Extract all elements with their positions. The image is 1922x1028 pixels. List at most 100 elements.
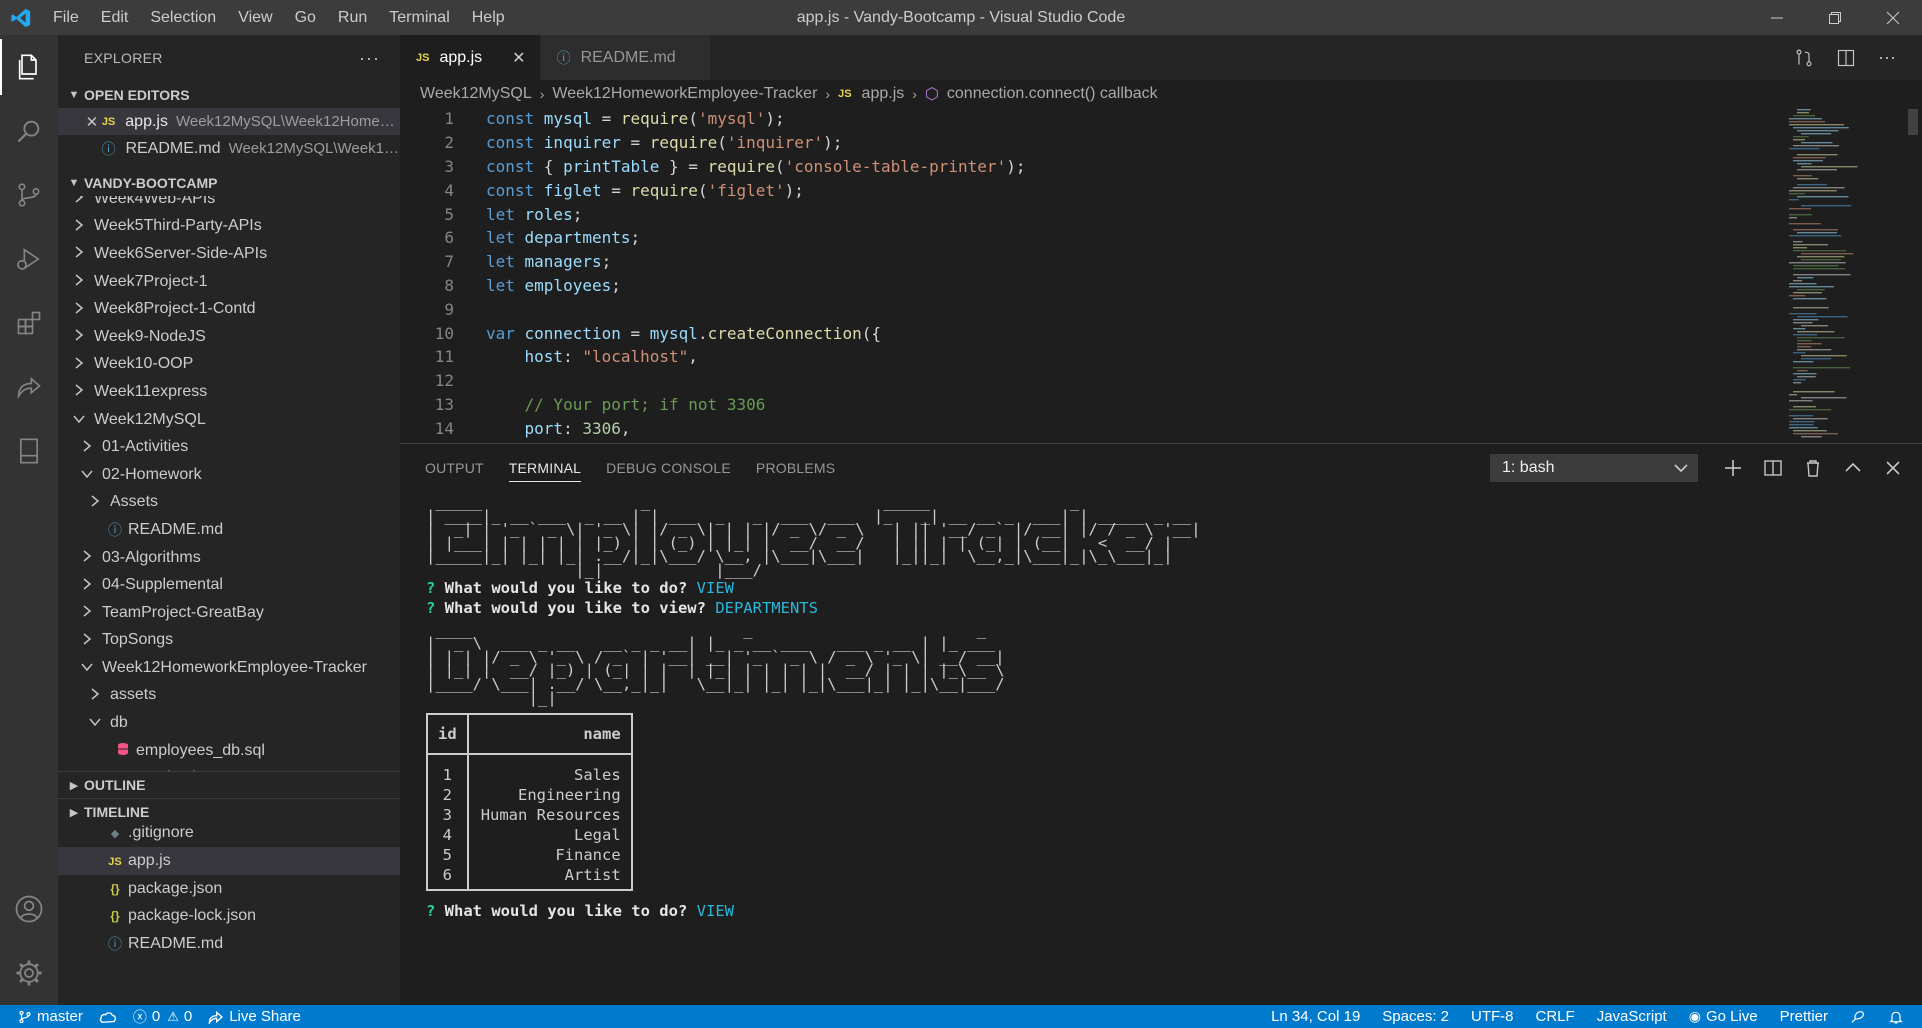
branch-status[interactable]: master bbox=[18, 1008, 83, 1025]
more-actions-icon[interactable]: ··· bbox=[359, 48, 380, 69]
live-share-status[interactable]: Live Share bbox=[208, 1008, 301, 1025]
close-tab-icon[interactable]: ✕ bbox=[512, 48, 525, 68]
tab-app-js[interactable]: JS app.js ✕ bbox=[400, 35, 541, 80]
tree-item[interactable]: JS app.js bbox=[58, 847, 400, 875]
tree-item[interactable]: Week4Web-APIs bbox=[58, 196, 400, 213]
tree-item[interactable]: employees_db.sql bbox=[58, 737, 400, 765]
open-editor-item[interactable]: ⓘ README.md Week12MySQL\Week12... bbox=[58, 135, 400, 162]
tree-item[interactable]: Week8Project-1-Contd bbox=[58, 295, 400, 323]
tab-terminal[interactable]: TERMINAL bbox=[508, 444, 582, 492]
more-actions-icon[interactable]: ··· bbox=[1878, 47, 1896, 68]
cursor-position[interactable]: Ln 34, Col 19 bbox=[1271, 1008, 1360, 1025]
editor-scrollbar[interactable] bbox=[1905, 107, 1920, 443]
add-terminal-icon[interactable] bbox=[1724, 459, 1742, 477]
tree-item[interactable]: Week6Server-Side-APIs bbox=[58, 240, 400, 268]
tab-debug-console[interactable]: DEBUG CONSOLE bbox=[606, 444, 731, 492]
terminal-select[interactable]: 1: bash bbox=[1490, 454, 1698, 482]
breadcrumb-item[interactable]: connection.connect() callback bbox=[947, 85, 1158, 103]
problems-status[interactable]: ⓧ 0 ⚠ 0 bbox=[133, 1007, 192, 1027]
explorer-activity[interactable] bbox=[0, 35, 58, 99]
menu-file[interactable]: File bbox=[42, 0, 90, 35]
tab-readme[interactable]: ⓘ README.md bbox=[540, 35, 711, 80]
accounts-activity[interactable] bbox=[0, 877, 58, 941]
code-text: // Your port; if not 3306 bbox=[486, 395, 766, 414]
live-share-label: Live Share bbox=[229, 1008, 301, 1025]
timeline-section[interactable]: ▶ TIMELINE bbox=[58, 798, 400, 825]
tree-item[interactable]: {} package-lock.json bbox=[58, 902, 400, 930]
breadcrumb-item[interactable]: Week12HomeworkEmployee-Tracker bbox=[552, 85, 817, 103]
tree-item[interactable]: Week10-OOP bbox=[58, 351, 400, 379]
live-share-activity[interactable] bbox=[0, 355, 58, 419]
menu-edit[interactable]: Edit bbox=[90, 0, 140, 35]
tree-item[interactable]: Week9-NodeJS bbox=[58, 323, 400, 351]
menu-view[interactable]: View bbox=[227, 0, 283, 35]
split-editor-icon[interactable] bbox=[1836, 48, 1856, 68]
tree-item[interactable]: 02-Homework bbox=[58, 461, 400, 489]
minimize-button[interactable] bbox=[1748, 0, 1806, 35]
go-live-status[interactable]: ◉ Go Live bbox=[1689, 1008, 1758, 1025]
close-panel-icon[interactable] bbox=[1884, 459, 1902, 477]
tree-item[interactable]: 03-Algorithms bbox=[58, 544, 400, 572]
menu-run[interactable]: Run bbox=[327, 0, 378, 35]
terminal-output[interactable]: _____ _ _____ _ | ____|_ __ ___ _ __ | |… bbox=[426, 494, 1906, 1002]
sync-status[interactable] bbox=[99, 1010, 117, 1024]
open-changes-icon[interactable] bbox=[1794, 48, 1814, 68]
table-row: 6 Artist bbox=[426, 865, 633, 892]
close-window-button[interactable] bbox=[1864, 0, 1922, 35]
tree-item[interactable]: TeamProject-GreatBay bbox=[58, 599, 400, 627]
tree-item[interactable]: ⓘ README.md bbox=[58, 516, 400, 544]
restore-button[interactable] bbox=[1806, 0, 1864, 35]
breadcrumb-item[interactable]: Week12MySQL bbox=[420, 85, 532, 103]
notifications-status[interactable] bbox=[1888, 1009, 1904, 1025]
code-text: const mysql = require('mysql'); bbox=[486, 109, 785, 128]
indentation-status[interactable]: Spaces: 2 bbox=[1382, 1008, 1449, 1025]
workspace-section[interactable]: ▼ VANDY-BOOTCAMP bbox=[58, 169, 400, 196]
language-status[interactable]: JavaScript bbox=[1597, 1008, 1667, 1025]
extensions-activity[interactable] bbox=[0, 291, 58, 355]
menu-go[interactable]: Go bbox=[284, 0, 327, 35]
tree-item[interactable]: assets bbox=[58, 682, 400, 710]
menu-selection[interactable]: Selection bbox=[139, 0, 227, 35]
run-debug-activity[interactable] bbox=[0, 227, 58, 291]
minimap-line bbox=[1801, 142, 1833, 144]
feedback-status[interactable] bbox=[1850, 1009, 1866, 1025]
tree-item[interactable]: Week12HomeworkEmployee-Tracker bbox=[58, 654, 400, 682]
tree-item[interactable]: {} package.json bbox=[58, 875, 400, 903]
menu-help[interactable]: Help bbox=[461, 0, 516, 35]
split-terminal-icon[interactable] bbox=[1764, 459, 1782, 477]
tree-item[interactable]: db bbox=[58, 709, 400, 737]
info-file-icon: ⓘ bbox=[108, 521, 122, 538]
minimap-line bbox=[1793, 298, 1827, 300]
tree-item[interactable]: ⓘ README.md bbox=[58, 930, 400, 958]
close-editor-icon[interactable]: ✕ bbox=[82, 113, 102, 131]
open-editors-section[interactable]: ▼ OPEN EDITORS bbox=[58, 81, 400, 108]
remote-explorer-activity[interactable] bbox=[0, 419, 58, 483]
manage-activity[interactable] bbox=[0, 941, 58, 1005]
eol-status[interactable]: CRLF bbox=[1536, 1008, 1575, 1025]
tree-item[interactable]: Week5Third-Party-APIs bbox=[58, 213, 400, 241]
run-debug-icon bbox=[17, 248, 40, 270]
menu-terminal[interactable]: Terminal bbox=[378, 0, 460, 35]
outline-section[interactable]: ▶ OUTLINE bbox=[58, 771, 400, 798]
prettier-status[interactable]: Prettier bbox=[1780, 1008, 1828, 1025]
minimap[interactable] bbox=[1785, 107, 1905, 443]
maximize-panel-icon[interactable] bbox=[1844, 459, 1862, 477]
encoding-status[interactable]: UTF-8 bbox=[1471, 1008, 1514, 1025]
minimap-line bbox=[1789, 124, 1844, 126]
open-editor-item[interactable]: ✕ JS app.js Week12MySQL\Week12Homew... bbox=[58, 108, 400, 135]
source-control-activity[interactable] bbox=[0, 163, 58, 227]
tree-item[interactable]: Week11express bbox=[58, 378, 400, 406]
tree-item[interactable]: Week7Project-1 bbox=[58, 268, 400, 296]
tree-item[interactable]: TopSongs bbox=[58, 627, 400, 655]
tab-output[interactable]: OUTPUT bbox=[425, 444, 484, 492]
tree-item[interactable]: 04-Supplemental bbox=[58, 571, 400, 599]
tree-item[interactable]: Week12MySQL bbox=[58, 406, 400, 434]
trash-icon[interactable] bbox=[1804, 459, 1822, 477]
search-activity[interactable] bbox=[0, 99, 58, 163]
tree-item[interactable]: 01-Activities bbox=[58, 433, 400, 461]
tab-problems[interactable]: PROBLEMS bbox=[756, 444, 835, 492]
terminal-prompt: ? What would you like to do? VIEW bbox=[426, 902, 734, 921]
breadcrumb-item[interactable]: app.js bbox=[862, 85, 905, 103]
tree-item[interactable]: Assets bbox=[58, 489, 400, 517]
code-editor[interactable]: 1 const mysql = require('mysql'); 2 const i… bbox=[400, 107, 1780, 443]
